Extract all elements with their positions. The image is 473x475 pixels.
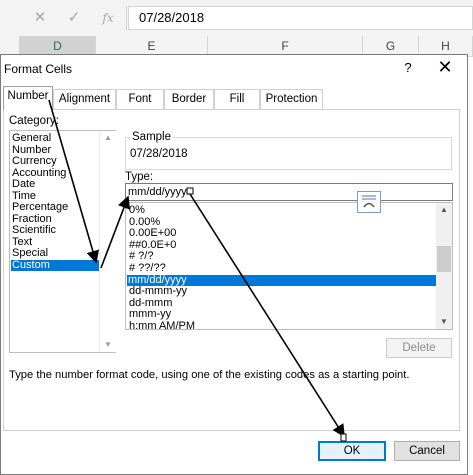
scroll-down-icon[interactable]: ▼ bbox=[436, 315, 452, 329]
close-button[interactable]: ✕ bbox=[432, 56, 458, 78]
sample-value: 07/28/2018 bbox=[130, 148, 188, 160]
type-option[interactable]: h:mm AM/PM bbox=[128, 320, 437, 329]
delete-button[interactable]: Delete bbox=[386, 338, 452, 358]
tab-border[interactable]: Border bbox=[164, 89, 214, 109]
type-input[interactable]: mm/dd/yyyy bbox=[125, 183, 453, 201]
category-label: Category: bbox=[9, 115, 59, 127]
help-button[interactable]: ? bbox=[398, 58, 418, 78]
category-special[interactable]: Special bbox=[11, 247, 48, 260]
formula-bar-divider bbox=[126, 6, 127, 30]
dialog-title: Format Cells bbox=[4, 62, 73, 76]
cancel-entry-icon[interactable]: ✕ bbox=[30, 8, 50, 28]
tab-alignment[interactable]: Alignment bbox=[53, 89, 116, 109]
formula-input[interactable]: 07/28/2018 bbox=[128, 6, 473, 30]
category-general[interactable]: General bbox=[11, 132, 51, 145]
tab-fill[interactable]: Fill bbox=[214, 89, 260, 109]
ok-button[interactable]: OK bbox=[318, 441, 386, 461]
column-header-g[interactable]: G bbox=[363, 36, 419, 56]
close-icon: ✕ bbox=[437, 57, 453, 77]
column-header-h[interactable]: H bbox=[419, 36, 473, 56]
scroll-up-icon[interactable]: ▲ bbox=[100, 131, 116, 145]
column-header-f[interactable]: F bbox=[208, 36, 363, 56]
column-header-e[interactable]: E bbox=[96, 36, 208, 56]
type-label: Type: bbox=[125, 171, 154, 183]
sample-label: Sample bbox=[130, 131, 173, 143]
tab-protection[interactable]: Protection bbox=[260, 89, 323, 109]
type-option[interactable]: # ?/? bbox=[128, 251, 437, 263]
scroll-up-icon[interactable]: ▲ bbox=[436, 203, 452, 217]
category-scientific[interactable]: Scientific bbox=[11, 224, 56, 237]
category-percentage[interactable]: Percentage bbox=[11, 201, 68, 214]
type-list[interactable]: 0% 0.00% 0.00E+00 ##0.0E+0 # ?/? # ??/??… bbox=[125, 202, 453, 330]
type-option[interactable]: dd-mmm bbox=[128, 297, 437, 310]
category-custom[interactable]: Custom bbox=[11, 259, 101, 271]
category-currency[interactable]: Currency bbox=[11, 155, 57, 168]
hint-text: Type the number format code, using one o… bbox=[9, 369, 410, 381]
scroll-down-icon[interactable]: ▼ bbox=[100, 338, 116, 352]
type-option[interactable]: dd-mmm-yy bbox=[128, 286, 437, 298]
type-option[interactable]: # ??/?? bbox=[128, 262, 437, 275]
format-picker-icon[interactable] bbox=[357, 191, 381, 213]
type-option[interactable]: ##0.0E+0 bbox=[128, 239, 437, 252]
tab-number[interactable]: Number bbox=[3, 86, 53, 110]
type-option[interactable]: 0% bbox=[128, 204, 437, 217]
tab-font[interactable]: Font bbox=[116, 89, 164, 109]
category-scrollbar[interactable]: ▲ ▼ bbox=[99, 131, 116, 352]
cancel-button[interactable]: Cancel bbox=[394, 441, 460, 461]
column-header-d[interactable]: D bbox=[20, 36, 96, 56]
insert-function-icon[interactable]: fx bbox=[98, 8, 118, 28]
category-date[interactable]: Date bbox=[11, 178, 35, 191]
confirm-entry-icon[interactable]: ✓ bbox=[64, 8, 84, 28]
select-all-corner[interactable] bbox=[0, 36, 20, 56]
type-scroll-thumb[interactable] bbox=[437, 246, 451, 272]
